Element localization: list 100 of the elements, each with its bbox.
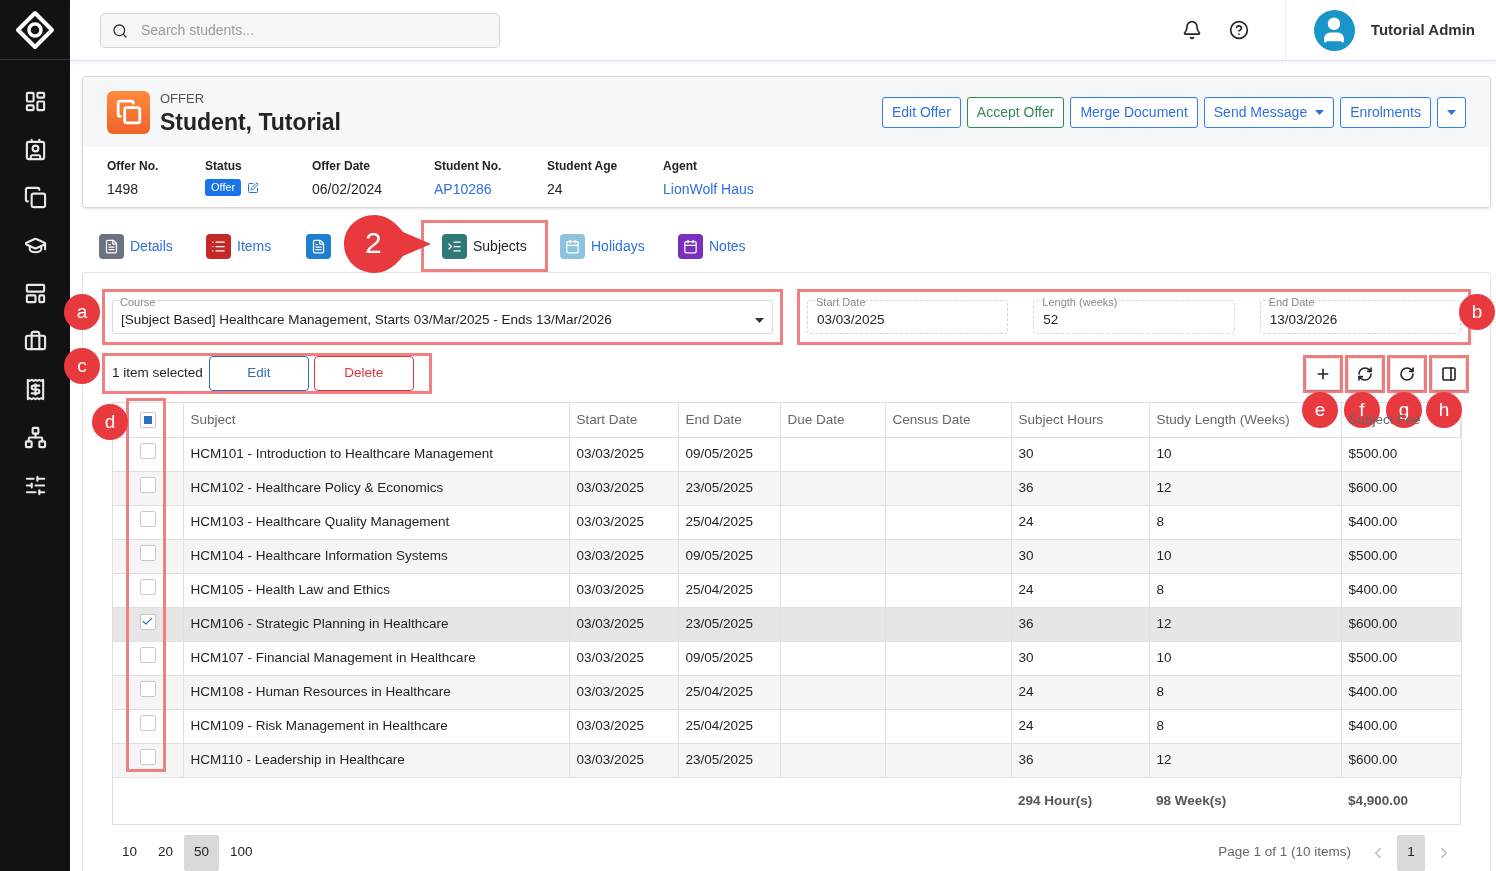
checkbox[interactable] <box>139 646 156 663</box>
field-label: Course <box>120 296 156 308</box>
table-row[interactable]: HCM105 - Health Law and Ethics 03/03/2025 25/04/2025 24 8 $400.00 <box>113 573 1461 607</box>
offer-label: OFFER <box>160 90 206 109</box>
table-cell: HCM103 - Healthcare Quality Management <box>190 513 450 529</box>
page-size-option[interactable]: 100 <box>220 834 263 871</box>
table-row[interactable]: HCM110 - Leadership in Healthcare 03/03/2025 23/05/2025 36 12 $600.00 <box>113 743 1461 777</box>
contact-card-icon[interactable] <box>23 138 47 161</box>
table-cell: HCM105 - Health Law and Ethics <box>190 581 391 597</box>
table-cell: 03/03/2025 <box>576 547 645 563</box>
field-link[interactable]: LionWolf Haus <box>663 179 803 200</box>
dashboard-icon[interactable] <box>23 90 47 113</box>
table-cell: HCM106 - Strategic Planning in Healthcare <box>190 615 449 631</box>
table-cell: 23/05/2025 <box>685 751 754 767</box>
table-cell: 03/03/2025 <box>576 683 645 699</box>
tab[interactable]: Notes <box>678 233 746 259</box>
table-cell: 30 <box>1018 649 1034 665</box>
total-cell: 294 Hour(s) <box>1018 792 1093 808</box>
page-size-option[interactable]: 10 <box>112 834 148 871</box>
student-name: Student, Tutorial <box>160 108 341 135</box>
table-row[interactable]: HCM106 - Strategic Planning in Healthcare 03/03/2025 23/05/2025 36 12 $600.00 <box>113 607 1461 641</box>
column-header[interactable]: Subject <box>183 403 569 437</box>
field-value: 1498 <box>107 180 140 199</box>
field-label: Offer No. <box>107 158 160 175</box>
checkbox[interactable] <box>139 578 156 595</box>
column-header[interactable]: Due Date <box>780 403 885 437</box>
delete-button[interactable]: Delete <box>313 356 414 391</box>
network-icon[interactable] <box>23 426 47 449</box>
page-button[interactable]: 1 <box>1397 834 1425 871</box>
table-cell: $500.00 <box>1348 649 1398 665</box>
notification-bell-icon[interactable] <box>1181 20 1202 40</box>
action-button[interactable]: Edit Offer <box>881 96 961 128</box>
table-cell: 30 <box>1018 547 1034 563</box>
checkbox[interactable] <box>139 411 156 428</box>
sliders-icon[interactable] <box>23 474 47 497</box>
field-label: Length (weeks) <box>1042 296 1118 308</box>
tab[interactable]: Items <box>206 233 272 259</box>
user-avatar[interactable] <box>1313 9 1355 51</box>
field-label: Agent <box>663 158 698 175</box>
edit-button[interactable]: Edit <box>208 356 309 391</box>
field-label: End Date <box>1268 296 1315 308</box>
field-label: Offer Date <box>312 158 371 175</box>
tab[interactable]: Details <box>99 233 173 259</box>
table-row[interactable]: HCM107 - Financial Management in Healthcare 03/03/2025 09/05/2025 30 10 $500.00 <box>113 641 1461 675</box>
table-cell: 8 <box>1156 683 1164 699</box>
table-cell: HCM101 - Introduction to Healthcare Management <box>190 445 493 461</box>
table-cell: 03/03/2025 <box>576 445 645 461</box>
table-cell: HCM109 - Risk Management in Healthcare <box>190 717 448 733</box>
table-row[interactable]: HCM102 - Healthcare Policy & Economics 03/03/2025 23/05/2025 36 12 $600.00 <box>113 471 1461 505</box>
checkbox[interactable] <box>139 613 156 630</box>
table-row[interactable]: HCM108 - Human Resources in Healthcare 03/03/2025 25/04/2025 24 8 $400.00 <box>113 675 1461 709</box>
table-cell: 03/03/2025 <box>576 717 645 733</box>
table-row[interactable]: HCM109 - Risk Management in Healthcare 03/03/2025 25/04/2025 24 8 $400.00 <box>113 709 1461 743</box>
logo-icon[interactable] <box>15 9 55 50</box>
edit-icon[interactable] <box>247 181 260 194</box>
table-row[interactable]: HCM103 - Healthcare Quality Management 03/03/2025 25/04/2025 24 8 $400.00 <box>113 505 1461 539</box>
table-row[interactable]: HCM104 - Healthcare Information Systems 03/03/2025 09/05/2025 30 10 $500.00 <box>113 539 1461 573</box>
column-header[interactable]: Start Date <box>569 403 678 437</box>
table-cell: 10 <box>1156 649 1172 665</box>
layout-icon[interactable] <box>23 282 47 305</box>
action-button[interactable]: Enrolments <box>1340 96 1431 128</box>
table-row[interactable]: HCM101 - Introduction to Healthcare Management 03/03/2025 09/05/2025 30 10 $500.00 <box>113 437 1461 471</box>
table-cell: $500.00 <box>1348 547 1398 563</box>
field-value: 03/03/2025 <box>817 310 885 329</box>
checkbox[interactable] <box>139 714 156 731</box>
action-button[interactable]: Accept Offer <box>966 96 1065 128</box>
table-cell: 03/03/2025 <box>576 649 645 665</box>
checkbox[interactable] <box>139 476 156 493</box>
tab[interactable]: Holidays <box>560 233 645 259</box>
more-button[interactable] <box>1437 96 1466 128</box>
refresh-icon <box>1357 365 1373 382</box>
table-cell: 09/05/2025 <box>685 445 754 461</box>
dropdown-button[interactable]: Send Message <box>1203 96 1335 128</box>
checkbox[interactable] <box>139 510 156 527</box>
page-size-option[interactable]: 20 <box>148 834 184 871</box>
documents-icon[interactable] <box>23 186 47 209</box>
table-cell: 12 <box>1156 479 1172 495</box>
field-label: Status <box>205 158 243 175</box>
document-icon <box>311 238 326 254</box>
page-size-option[interactable]: 50 <box>184 834 220 871</box>
step-number: 2 <box>365 225 382 261</box>
table-cell: 8 <box>1156 513 1164 529</box>
field-link[interactable]: AP10286 <box>434 179 547 200</box>
column-header[interactable]: Census Date <box>885 403 1011 437</box>
checkbox[interactable] <box>139 748 156 765</box>
table-cell: 12 <box>1156 615 1172 631</box>
help-icon[interactable] <box>1228 20 1249 40</box>
tab[interactable]: Subjects <box>424 223 545 269</box>
checkbox[interactable] <box>139 442 156 459</box>
tab[interactable] <box>306 233 331 259</box>
table-cell: $500.00 <box>1348 445 1398 461</box>
field-value: 52 <box>1043 310 1059 329</box>
action-button[interactable]: Merge Document <box>1070 96 1198 128</box>
table-cell: 8 <box>1156 717 1164 733</box>
column-header[interactable]: End Date <box>678 403 780 437</box>
column-header[interactable]: Subject Hours <box>1011 403 1149 437</box>
briefcase-icon[interactable] <box>23 330 47 353</box>
checkbox[interactable] <box>139 680 156 697</box>
search-field[interactable]: Search students... <box>100 12 500 48</box>
checkbox[interactable] <box>139 544 156 561</box>
